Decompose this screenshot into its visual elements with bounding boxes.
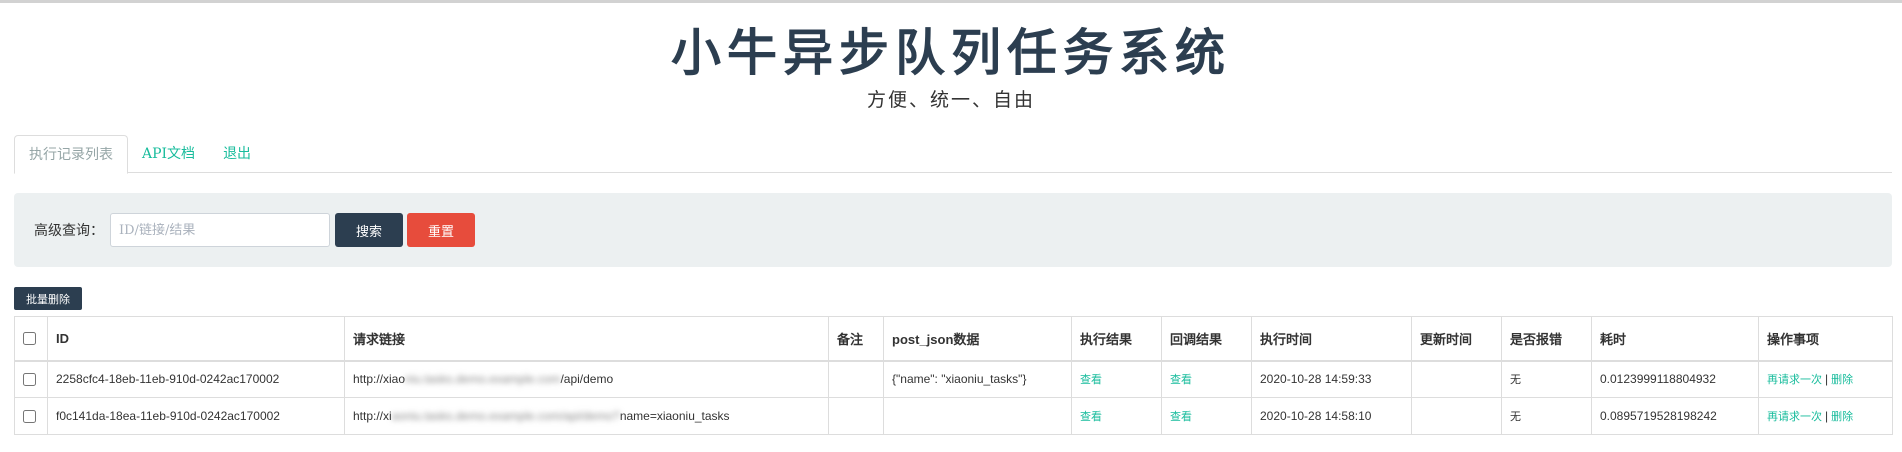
column-header-is-error: 是否报错 <box>1501 316 1592 362</box>
row-remark <box>828 360 884 398</box>
tab-execution-records[interactable]: 执行记录列表 <box>14 135 128 174</box>
row-exec-result-cell: 查看 <box>1071 360 1162 398</box>
row-url: http://xiaoniu.tasks.demo.example.com/ap… <box>344 360 829 398</box>
row-url-start: http://xi <box>353 409 392 423</box>
table-header-row: ID 请求链接 备注 post_json数据 执行结果 回调结果 执行时间 更新… <box>14 316 1893 362</box>
nav-tabs: 执行记录列表 API文档 退出 <box>14 135 1892 174</box>
column-header-update-time: 更新时间 <box>1411 316 1502 362</box>
retry-request-link[interactable]: 再请求一次 <box>1767 410 1822 423</box>
search-input[interactable] <box>110 213 330 247</box>
column-header-callback-result: 回调结果 <box>1161 316 1252 362</box>
table-row: 2258cfc4-18eb-11eb-910d-0242ac170002 htt… <box>14 360 1893 398</box>
table-row: f0c141da-18ea-11eb-910d-0242ac170002 htt… <box>14 397 1893 435</box>
retry-request-link[interactable]: 再请求一次 <box>1767 373 1822 386</box>
delete-row-link[interactable]: 删除 <box>1831 410 1853 423</box>
row-id: 2258cfc4-18eb-11eb-910d-0242ac170002 <box>47 360 345 398</box>
row-duration: 0.0895719528198242 <box>1591 397 1759 435</box>
site-title: 小牛异步队列任务系统 <box>671 23 1231 82</box>
row-exec-time: 2020-10-28 14:59:33 <box>1251 360 1412 398</box>
view-callback-result-link[interactable]: 查看 <box>1170 410 1192 423</box>
search-button[interactable]: 搜索 <box>335 213 403 247</box>
row-post-json: {"name": "xiaoniu_tasks"} <box>883 360 1072 398</box>
row-checkbox[interactable] <box>23 373 36 387</box>
select-all-cell <box>14 316 48 362</box>
search-panel: 高级查询： 搜索 重置 <box>14 193 1892 267</box>
row-actions: 再请求一次 | 删除 <box>1758 397 1893 435</box>
view-exec-result-link[interactable]: 查看 <box>1080 373 1102 386</box>
row-url-redacted: niu.tasks.demo.example.com <box>405 372 561 387</box>
column-header-post-json: post_json数据 <box>883 316 1072 362</box>
row-select-cell <box>14 397 48 435</box>
row-url-start: http://xiao <box>353 372 406 387</box>
view-callback-result-link[interactable]: 查看 <box>1170 373 1192 386</box>
column-header-exec-time: 执行时间 <box>1251 316 1412 362</box>
row-is-error-value: 无 <box>1510 410 1521 423</box>
action-separator: | <box>1825 372 1829 387</box>
reset-button[interactable]: 重置 <box>407 213 475 247</box>
search-label: 高级查询： <box>34 223 104 239</box>
row-is-error-value: 无 <box>1510 373 1521 387</box>
row-actions: 再请求一次 | 删除 <box>1758 360 1893 398</box>
row-exec-result-cell: 查看 <box>1071 397 1162 435</box>
row-update-time <box>1411 397 1502 435</box>
row-select-cell <box>14 360 48 398</box>
row-exec-time: 2020-10-28 14:58:10 <box>1251 397 1412 435</box>
row-is-error: 无 <box>1501 360 1592 398</box>
column-header-id: ID <box>47 316 345 362</box>
column-header-duration: 耗时 <box>1591 316 1759 362</box>
tab-logout[interactable]: 退出 <box>209 135 265 173</box>
column-header-exec-result: 执行结果 <box>1071 316 1162 362</box>
row-url-redacted: aoniu.tasks.demo.example.com/api/demo? <box>391 409 620 423</box>
row-remark <box>828 397 884 435</box>
row-callback-result-cell: 查看 <box>1161 360 1252 398</box>
site-subtitle: 方便、统一、自由 <box>866 89 1035 111</box>
row-id: f0c141da-18ea-11eb-910d-0242ac170002 <box>47 397 345 435</box>
row-post-json <box>883 397 1072 435</box>
records-table: ID 请求链接 备注 post_json数据 执行结果 回调结果 执行时间 更新… <box>14 316 1893 435</box>
row-is-error: 无 <box>1501 397 1592 435</box>
row-update-time <box>1411 360 1502 398</box>
action-separator: | <box>1825 409 1829 423</box>
bulk-delete-button[interactable]: 批量删除 <box>14 287 82 310</box>
column-header-actions: 操作事项 <box>1758 316 1893 362</box>
tab-api-docs[interactable]: API文档 <box>128 135 209 173</box>
row-callback-result-cell: 查看 <box>1161 397 1252 435</box>
row-url-end: name=xiaoniu_tasks <box>619 409 730 423</box>
row-checkbox[interactable] <box>23 410 36 424</box>
view-exec-result-link[interactable]: 查看 <box>1080 410 1102 423</box>
row-url: http://xiaoniu.tasks.demo.example.com/ap… <box>344 397 829 435</box>
column-header-url: 请求链接 <box>344 316 829 362</box>
delete-row-link[interactable]: 删除 <box>1831 373 1853 386</box>
column-header-remark: 备注 <box>828 316 884 362</box>
page-header: 小牛异步队列任务系统 方便、统一、自由 <box>0 3 1902 112</box>
row-url-end: /api/demo <box>560 372 614 387</box>
row-duration: 0.0123999118804932 <box>1591 360 1759 398</box>
select-all-checkbox[interactable] <box>23 331 36 345</box>
